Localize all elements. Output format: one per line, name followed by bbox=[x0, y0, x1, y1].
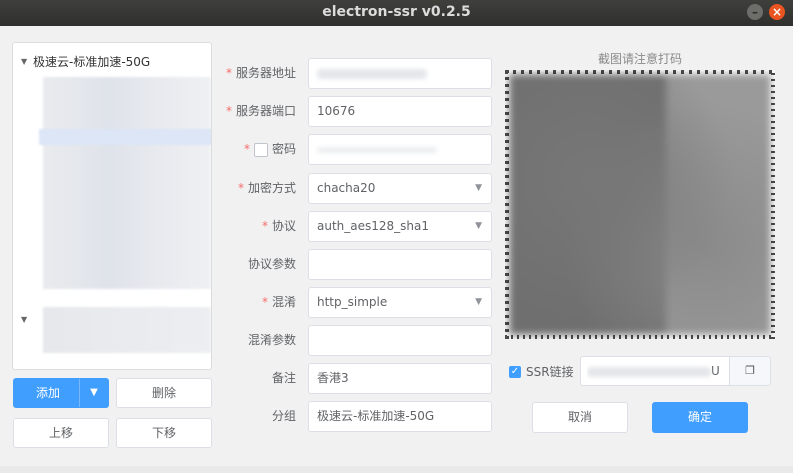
add-button-label: 添加 bbox=[35, 386, 60, 400]
tree-group-label: 极速云-标准加速-50G bbox=[33, 55, 151, 69]
caret-down-icon[interactable]: ▼ bbox=[21, 315, 33, 324]
obfs-label: * 混淆 bbox=[261, 295, 296, 309]
group-label: 分组 bbox=[271, 409, 296, 423]
tree-server-list-redacted-2[interactable] bbox=[43, 307, 211, 353]
obfs-param-input[interactable] bbox=[308, 325, 492, 356]
ssr-link-checkbox[interactable]: ✓ SSR链接 bbox=[509, 363, 574, 380]
caret-down-icon: ▼ bbox=[475, 221, 482, 231]
window-controls: – × bbox=[747, 4, 785, 20]
qr-title: 截图请注意打码 bbox=[598, 52, 683, 66]
server-address-label: * 服务器地址 bbox=[225, 66, 296, 80]
caret-down-icon: ▼ bbox=[475, 297, 482, 307]
remark-label: 备注 bbox=[271, 371, 296, 385]
server-address-input[interactable] bbox=[308, 58, 492, 89]
tree-server-list-redacted[interactable] bbox=[39, 77, 211, 289]
redacted-value bbox=[317, 68, 427, 79]
group-input[interactable]: 极速云-标准加速-50G bbox=[308, 401, 492, 432]
caret-down-icon[interactable]: ▼ bbox=[21, 57, 33, 66]
protocol-param-label: 协议参数 bbox=[247, 257, 296, 271]
password-input[interactable] bbox=[308, 134, 492, 165]
ssr-link-value-suffix: U bbox=[711, 364, 720, 378]
close-button[interactable]: × bbox=[769, 4, 785, 20]
delete-button[interactable]: 删除 bbox=[116, 378, 212, 408]
encryption-label: * 加密方式 bbox=[237, 181, 296, 195]
redacted-value bbox=[587, 366, 711, 377]
show-password-checkbox[interactable] bbox=[253, 142, 268, 157]
protocol-param-input[interactable] bbox=[308, 249, 492, 280]
ssr-link-checkbox-label: SSR链接 bbox=[526, 365, 574, 379]
window-body: ▼ 极速云-标准加速-50G ▼ 添加 ▼ 删除 上移 下移 * 服务器地址 * 服… bbox=[0, 26, 793, 466]
remark-input[interactable]: 香港3 bbox=[308, 363, 492, 394]
ssr-link-input[interactable]: U ❐ bbox=[580, 356, 771, 386]
protocol-select-value: auth_aes128_sha1 bbox=[317, 219, 430, 233]
server-port-input[interactable]: 10676 bbox=[308, 96, 492, 127]
password-label: * 密码 bbox=[243, 142, 296, 157]
cancel-button[interactable]: 取消 bbox=[532, 402, 628, 433]
copy-icon[interactable]: ❐ bbox=[729, 357, 770, 385]
caret-down-icon: ▼ bbox=[475, 183, 482, 193]
tree-group-header-2[interactable]: ▼ bbox=[21, 315, 33, 324]
tree-group-header[interactable]: ▼ 极速云-标准加速-50G bbox=[21, 53, 150, 70]
dropdown-caret-icon[interactable]: ▼ bbox=[79, 379, 108, 407]
obfs-select[interactable]: http_simple ▼ bbox=[308, 287, 492, 318]
protocol-label: * 协议 bbox=[261, 219, 296, 233]
add-button[interactable]: 添加 ▼ bbox=[13, 378, 109, 408]
move-up-button[interactable]: 上移 bbox=[13, 418, 109, 448]
encryption-select[interactable]: chacha20 ▼ bbox=[308, 173, 492, 204]
tree-selected-item[interactable] bbox=[39, 129, 211, 145]
obfs-select-value: http_simple bbox=[317, 295, 388, 309]
window-title: electron-ssr v0.2.5 bbox=[322, 4, 471, 20]
protocol-select[interactable]: auth_aes128_sha1 ▼ bbox=[308, 211, 492, 242]
minimize-button[interactable]: – bbox=[747, 4, 763, 20]
server-tree[interactable]: ▼ 极速云-标准加速-50G ▼ bbox=[12, 42, 212, 370]
obfs-param-label: 混淆参数 bbox=[247, 333, 296, 347]
qr-code-redacted bbox=[505, 70, 775, 339]
check-icon: ✓ bbox=[509, 365, 521, 378]
confirm-button[interactable]: 确定 bbox=[652, 402, 748, 433]
server-port-label: * 服务器端口 bbox=[225, 104, 296, 118]
move-down-button[interactable]: 下移 bbox=[116, 418, 212, 448]
title-bar: electron-ssr v0.2.5 – × bbox=[0, 0, 793, 26]
redacted-value bbox=[317, 146, 437, 153]
encryption-select-value: chacha20 bbox=[317, 181, 376, 195]
